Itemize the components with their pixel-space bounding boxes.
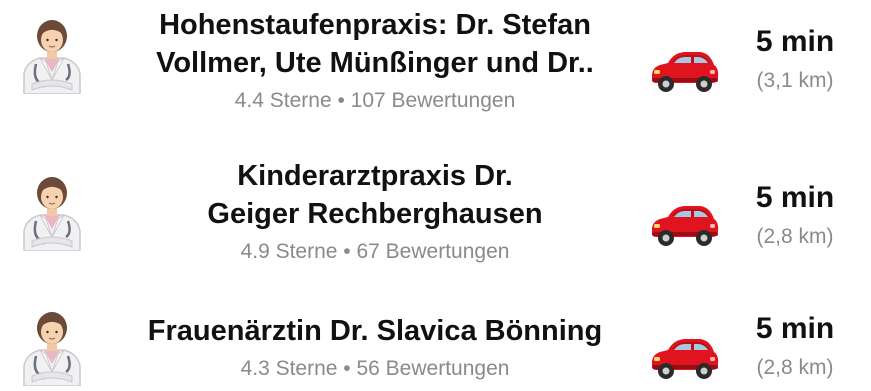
practice-info: Kinderarztpraxis Dr. Geiger Rechberghaus… [110,157,640,265]
travel-distance: (2,8 km) [756,356,834,379]
practice-name-line: Hohenstaufenpraxis: Dr. Stefan [159,9,591,41]
travel-info: 5 min (2,8 km) [735,311,855,381]
travel-time: 5 min [755,181,835,214]
travel-info: 5 min (2,8 km) [735,180,855,250]
practice-name-line: Vollmer, Ute Münßinger und Dr.. [156,47,594,79]
practice-info: Hohenstaufenpraxis: Dr. Stefan Vollmer, … [110,6,640,114]
doctor-icon [20,18,84,94]
travel-info: 5 min (3,1 km) [735,24,855,94]
list-item[interactable]: Frauenärztin Dr. Slavica Bönning 4.3 Ste… [0,300,871,391]
car-icon [646,333,722,381]
practice-name-line: Kinderarztpraxis Dr. [237,160,513,192]
rating-text: 4.9 Sterne • 67 Bewertungen [240,240,510,263]
doctor-icon [20,175,84,251]
practice-name-line: Frauenärztin Dr. Slavica Bönning [147,315,603,347]
travel-distance: (3,1 km) [756,69,834,92]
car-icon [646,200,722,248]
travel-time: 5 min [755,25,835,58]
car-icon [646,46,722,94]
rating-text: 4.4 Sterne • 107 Bewertungen [234,89,516,112]
practice-name: Hohenstaufenpraxis: Dr. Stefan Vollmer, … [110,6,640,82]
practice-name: Frauenärztin Dr. Slavica Bönning [110,312,640,350]
list-item[interactable]: Kinderarztpraxis Dr. Geiger Rechberghaus… [0,143,871,283]
rating-text: 4.3 Sterne • 56 Bewertungen [240,357,510,380]
list-item[interactable]: Hohenstaufenpraxis: Dr. Stefan Vollmer, … [0,0,871,128]
practice-list: Hohenstaufenpraxis: Dr. Stefan Vollmer, … [0,0,871,391]
travel-time: 5 min [755,312,835,345]
practice-name-line: Geiger Rechberghausen [207,198,543,230]
travel-distance: (2,8 km) [756,225,834,248]
doctor-icon [20,310,84,386]
practice-name: Kinderarztpraxis Dr. Geiger Rechberghaus… [110,157,640,233]
practice-info: Frauenärztin Dr. Slavica Bönning 4.3 Ste… [110,312,640,382]
